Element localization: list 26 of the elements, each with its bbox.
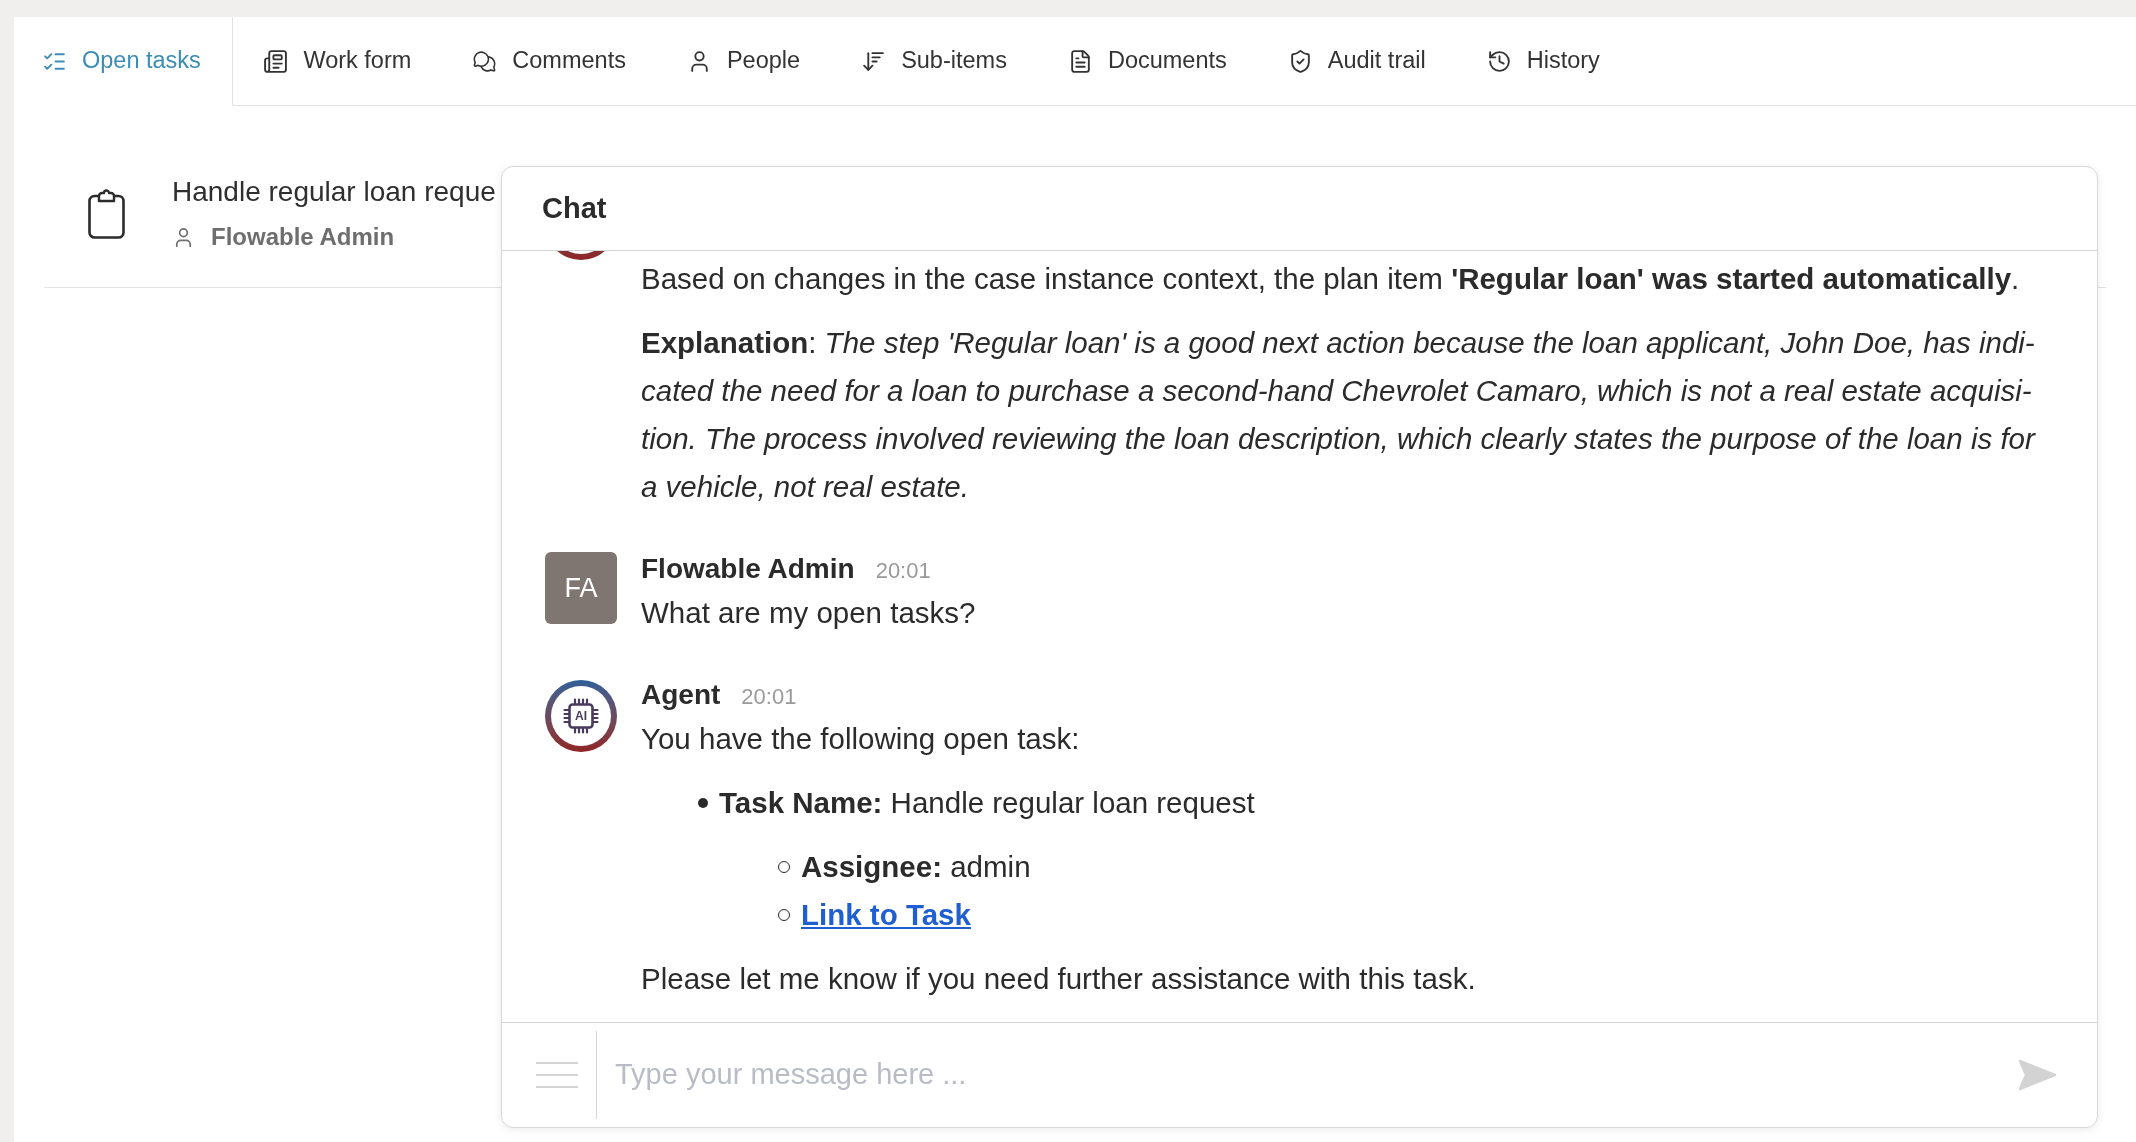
- message-text: Based on changes in the case instance context, the plan item 'Regular loan' was started automatically.: [641, 261, 2021, 297]
- avatar-label: AI: [575, 710, 587, 722]
- author-name: Agent: [641, 678, 721, 712]
- message-time: 20:01: [875, 557, 931, 585]
- task-title[interactable]: Handle regular loan reque: [172, 175, 496, 209]
- task-link[interactable]: Link to Task: [801, 891, 971, 939]
- message-text: Explanation: The step 'Regular loan' is a good next action because the loan applicant, John Doe, has indi-cated the need for a loan to purchase a second-hand Chevrolet Camaro, which is not a real estate acquisi-tion. The process involved reviewing the loan description, which clearly states the purpose of the loan is for a vehicle, not real estate.: [641, 325, 2037, 505]
- chat-title: Chat: [542, 190, 607, 226]
- message-time: 20:01: [741, 683, 797, 711]
- message-text: What are my open tasks?: [641, 595, 977, 631]
- list-item-text: Task Name: Handle regular loan request: [719, 785, 1255, 821]
- message-text: You have the following open task:: [641, 721, 1081, 757]
- chip-icon: [562, 697, 600, 735]
- user-avatar: FA: [545, 552, 617, 624]
- list-item-text: Assignee: admin: [801, 849, 1031, 885]
- author-name: Flowable Admin: [641, 552, 855, 586]
- chat-bubbles-icon: [472, 48, 498, 74]
- newspaper-icon: [263, 48, 289, 74]
- task-assignee: Flowable Admin: [211, 222, 395, 252]
- message-text: Please let me know if you need further assistance with this task.: [641, 961, 1477, 997]
- message-input[interactable]: Type your message here ...: [615, 1053, 2015, 1097]
- menu-icon: [536, 1061, 578, 1089]
- bullet-icon: [698, 798, 708, 808]
- history-icon: [1486, 48, 1512, 74]
- send-icon: [2017, 1058, 2057, 1092]
- clipboard-icon: [88, 189, 125, 239]
